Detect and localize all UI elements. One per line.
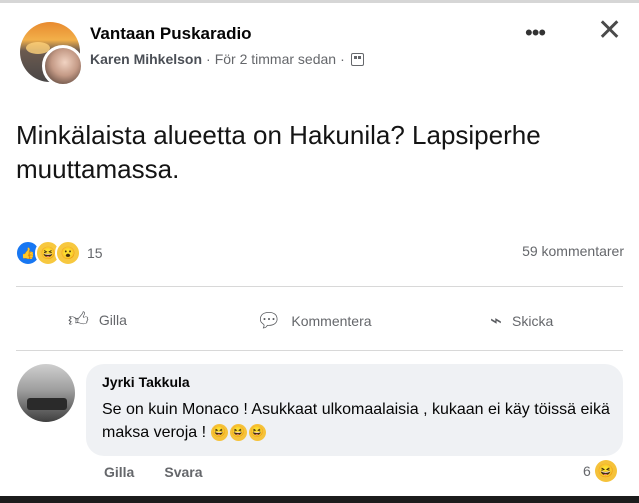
like-button[interactable]: 👍︎ Gilla [68, 308, 127, 332]
messenger-icon: ⌁ [490, 310, 503, 332]
divider [16, 350, 623, 351]
post-text: Minkälaista alueetta on Hakunila? Lapsip… [16, 120, 541, 184]
comment-emojis: 😆 😆 😆 [210, 424, 266, 442]
thumbs-up-icon: 👍︎ [68, 309, 89, 331]
comment-body: Se on kuin Monaco ! Asukkaat ulkomaalais… [102, 401, 610, 441]
send-label: Skicka [512, 312, 554, 329]
comment-reaction-summary[interactable]: 6 😆 [583, 460, 617, 482]
speech-bubble-icon: 💬︎ [256, 310, 282, 332]
laughing-emoji-icon: 😆 [210, 424, 228, 442]
comment-like-button[interactable]: Gilla [104, 464, 134, 480]
group-privacy-icon [350, 52, 364, 66]
author-name[interactable]: Karen Mihkelson [90, 51, 202, 67]
send-button[interactable]: ⌁ Skicka [490, 308, 553, 333]
laughing-emoji-icon: 😆 [248, 424, 266, 442]
comment-button[interactable]: 💬︎ Kommentera [256, 308, 372, 333]
reaction-count: 15 [87, 245, 103, 261]
post-timestamp[interactable]: För 2 timmar sedan [215, 51, 336, 67]
meta-separator: · [340, 51, 345, 67]
haha-icon: 😆 [594, 460, 617, 482]
close-icon[interactable]: ✕ [597, 16, 622, 46]
group-name[interactable]: Vantaan Puskaradio [90, 24, 252, 44]
comment-text: Se on kuin Monaco ! Asukkaat ulkomaalais… [102, 398, 612, 444]
author-avatar[interactable] [42, 45, 84, 87]
like-label: Gilla [98, 312, 127, 328]
reaction-summary[interactable]: 👍 😆 😮 15 [15, 240, 103, 266]
post-meta: Karen Mihkelson · För 2 timmar sedan · [90, 51, 364, 67]
comment-label: Kommentera [291, 312, 372, 329]
more-options-icon[interactable]: ••• [525, 20, 546, 46]
comment-actions: Gilla Svara [104, 464, 203, 480]
commenter-avatar[interactable] [17, 364, 75, 422]
divider [16, 286, 623, 287]
meta-separator: · [206, 51, 211, 67]
bottom-edge [0, 496, 639, 503]
commenter-name[interactable]: Jyrki Takkula [102, 374, 190, 390]
wow-icon: 😮 [55, 240, 81, 266]
comment-reply-button[interactable]: Svara [164, 464, 202, 480]
top-edge [0, 0, 639, 3]
laughing-emoji-icon: 😆 [229, 424, 247, 442]
comment-count[interactable]: 59 kommentarer [522, 243, 624, 259]
comment-reaction-count: 6 [583, 463, 591, 479]
